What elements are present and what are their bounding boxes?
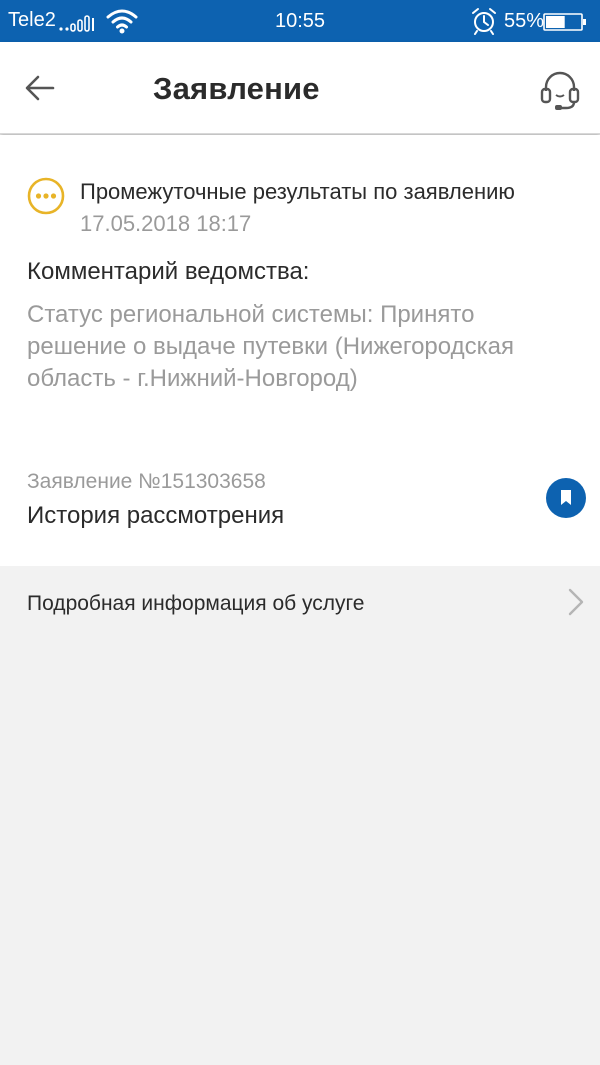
status-bar: Tele2 10:55 55% — [0, 0, 600, 42]
page-title: Заявление — [153, 71, 320, 106]
result-date: 17.05.2018 18:17 — [80, 211, 252, 236]
headset-icon — [540, 71, 580, 110]
battery-percentage: 55% — [504, 10, 545, 32]
alarm-clock-icon — [472, 8, 496, 35]
support-button[interactable] — [536, 66, 584, 114]
app-bar: Заявление — [0, 42, 600, 134]
arrow-left-icon — [25, 75, 55, 101]
application-details: Промежуточные результаты по заявлению 17… — [0, 135, 600, 566]
service-info-label: Подробная информация об услуге — [27, 592, 365, 615]
application-number: Заявление №151303658 — [27, 470, 266, 493]
service-info-row[interactable]: Подробная информация об услуге — [0, 566, 600, 642]
review-history-link[interactable]: История рассмотрения — [27, 502, 284, 530]
bookmark-icon — [561, 490, 571, 505]
result-title: Промежуточные результаты по заявлению — [80, 179, 515, 204]
bookmark-button[interactable] — [546, 478, 586, 518]
battery-icon — [543, 13, 586, 31]
chevron-right-icon — [568, 588, 584, 616]
in-progress-icon — [27, 177, 65, 215]
comment-heading: Комментарий ведомства: — [27, 258, 310, 285]
back-button[interactable] — [20, 66, 60, 110]
comment-text: Статус региональной системы: Принято реш… — [27, 301, 514, 392]
